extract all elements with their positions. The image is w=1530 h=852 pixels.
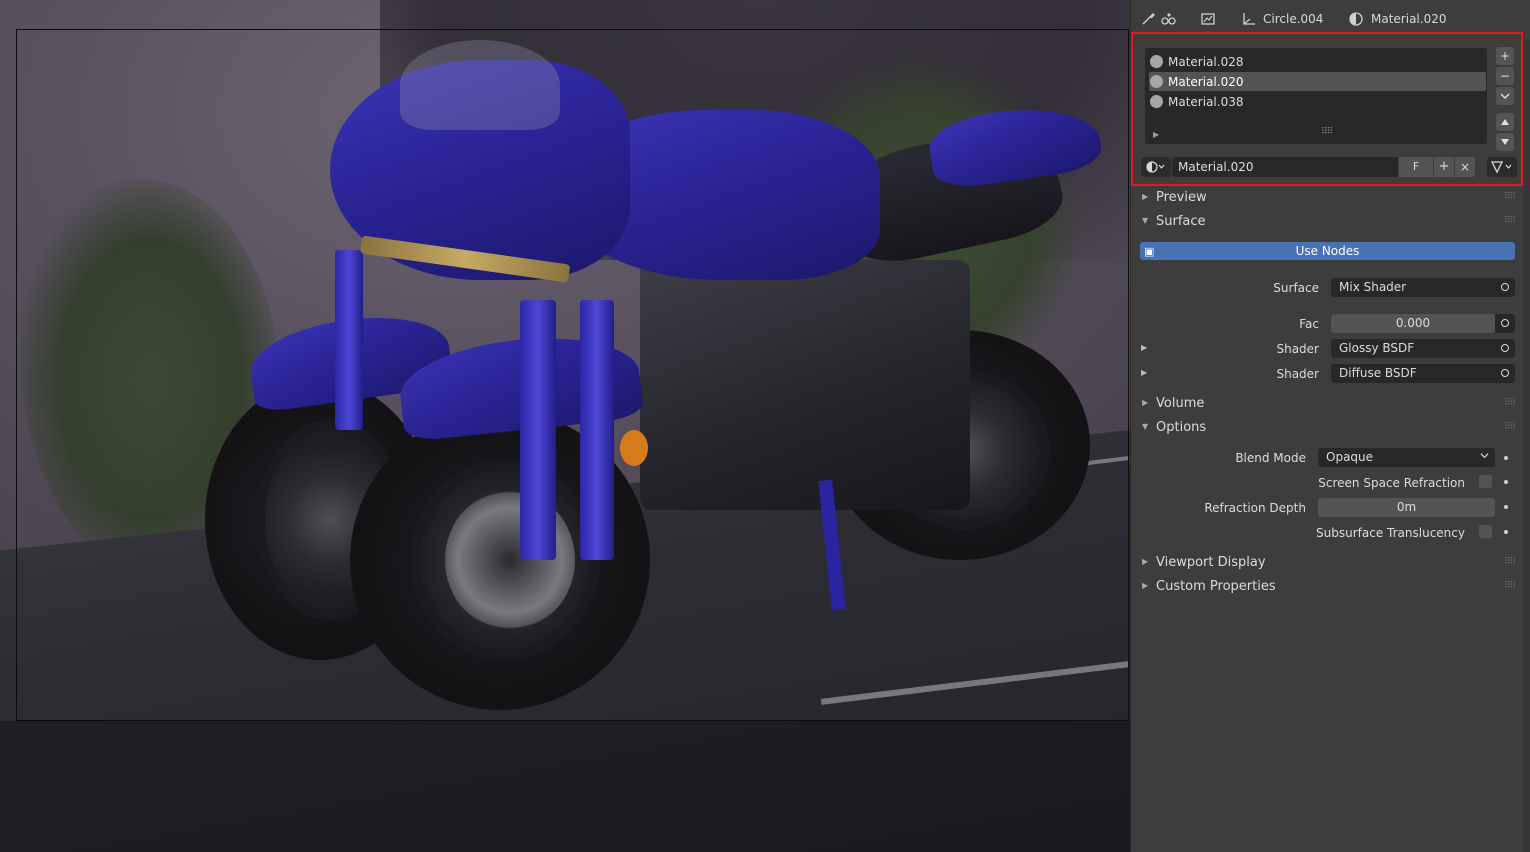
- list-item[interactable]: Material.038: [1145, 92, 1487, 111]
- object-data-icon[interactable]: [1241, 12, 1255, 26]
- section-volume[interactable]: ▶ Volume ⠿⠿: [1131, 393, 1523, 415]
- surface-shader-field[interactable]: Mix Shader: [1331, 278, 1515, 297]
- camera-frame: [16, 29, 1129, 721]
- section-preview[interactable]: ▶ Preview ⠿⠿: [1131, 187, 1523, 209]
- socket-icon: [1501, 344, 1509, 352]
- section-label: Surface: [1156, 214, 1206, 229]
- blend-mode-select[interactable]: Opaque: [1318, 448, 1495, 467]
- shader2-label: Shader: [1276, 367, 1319, 381]
- material-breadcrumb[interactable]: Material.020: [1371, 12, 1446, 26]
- fake-user-button[interactable]: F: [1399, 157, 1433, 177]
- use-nodes-label: Use Nodes: [1295, 244, 1360, 258]
- expanded-arrow-icon: ▼: [1142, 216, 1149, 225]
- section-custom-properties[interactable]: ▶ Custom Properties ⠿⠿: [1131, 576, 1523, 598]
- drag-grip-icon[interactable]: ⠿⠿: [1504, 557, 1516, 567]
- expand-shader2-icon[interactable]: ▶: [1141, 368, 1147, 377]
- material-slot-list[interactable]: Material.028 Material.020 Material.038 ▶…: [1145, 48, 1487, 144]
- keyframe-dot-icon[interactable]: [1504, 530, 1508, 534]
- refraction-depth-field[interactable]: 0m: [1318, 498, 1495, 517]
- refraction-depth-value: 0m: [1396, 500, 1417, 514]
- unlink-material-button[interactable]: ×: [1455, 157, 1475, 177]
- move-slot-down-button[interactable]: [1496, 133, 1514, 151]
- node-tree-button[interactable]: [1487, 157, 1517, 177]
- material-sphere-icon: [1150, 75, 1163, 88]
- fac-slider[interactable]: 0.000: [1331, 314, 1495, 333]
- tool-icon[interactable]: [1141, 12, 1156, 26]
- material-name-field[interactable]: Material.020: [1172, 157, 1398, 177]
- remove-slot-button[interactable]: −: [1496, 67, 1514, 85]
- node-icon: ▣: [1144, 245, 1155, 258]
- fac-value: 0.000: [1395, 316, 1431, 330]
- list-item-label: Material.028: [1168, 55, 1244, 69]
- 3d-viewport[interactable]: [0, 0, 1130, 852]
- camera-passepartout: [0, 721, 1130, 852]
- ssr-checkbox[interactable]: [1479, 475, 1492, 488]
- object-name[interactable]: Circle.004: [1263, 12, 1323, 26]
- drag-grip-icon[interactable]: ⠿⠿: [1504, 216, 1516, 226]
- section-label: Volume: [1156, 396, 1205, 411]
- keyframe-dot-icon[interactable]: [1504, 480, 1508, 484]
- refraction-depth-label: Refraction Depth: [1204, 501, 1306, 515]
- fac-label: Fac: [1299, 317, 1319, 331]
- blend-mode-value: Opaque: [1326, 450, 1374, 464]
- section-label: Viewport Display: [1156, 555, 1266, 570]
- slot-specials-button[interactable]: [1496, 87, 1514, 105]
- fac-socket-button[interactable]: [1495, 314, 1515, 333]
- shader1-label: Shader: [1276, 342, 1319, 356]
- section-label: Preview: [1156, 190, 1207, 205]
- keyframe-dot-icon[interactable]: [1504, 456, 1508, 460]
- shader1-field[interactable]: Glossy BSDF: [1331, 339, 1515, 358]
- material-sphere-icon: [1150, 95, 1163, 108]
- collapsed-arrow-icon: ▶: [1142, 581, 1149, 590]
- material-browse-button[interactable]: [1141, 157, 1171, 177]
- surface-label: Surface: [1273, 281, 1319, 295]
- add-slot-button[interactable]: +: [1496, 47, 1514, 65]
- list-item-selected[interactable]: Material.020: [1149, 72, 1486, 91]
- render-icon[interactable]: [1201, 12, 1215, 26]
- shader2-field[interactable]: Diffuse BSDF: [1331, 364, 1515, 383]
- properties-panel: Circle.004 Material.020 Material.028 Mat…: [1130, 0, 1530, 852]
- particles-icon[interactable]: [1161, 12, 1176, 26]
- subsurface-checkbox[interactable]: [1479, 525, 1492, 538]
- shader1-value: Glossy BSDF: [1339, 341, 1415, 355]
- new-material-button[interactable]: +: [1434, 157, 1454, 177]
- section-label: Custom Properties: [1156, 579, 1276, 594]
- socket-icon: [1501, 369, 1509, 377]
- subsurface-label: Subsurface Translucency: [1316, 526, 1465, 540]
- section-surface[interactable]: ▼ Surface ⠿⠿: [1131, 211, 1523, 233]
- drag-grip-icon[interactable]: ⠿⠿: [1504, 581, 1516, 591]
- list-item-label: Material.020: [1168, 75, 1244, 89]
- expanded-arrow-icon: ▼: [1142, 422, 1149, 431]
- section-viewport-display[interactable]: ▶ Viewport Display ⠿⠿: [1131, 552, 1523, 574]
- expand-shader1-icon[interactable]: ▶: [1141, 343, 1147, 352]
- material-icon[interactable]: [1349, 12, 1363, 26]
- section-options[interactable]: ▼ Options ⠿⠿: [1131, 417, 1523, 439]
- collapsed-arrow-icon: ▶: [1142, 557, 1149, 566]
- collapsed-arrow-icon: ▶: [1142, 398, 1149, 407]
- list-resize-grip-icon[interactable]: ⠿⠿: [1321, 127, 1333, 137]
- list-filter-expand-icon[interactable]: ▶: [1153, 130, 1159, 139]
- ssr-label: Screen Space Refraction: [1318, 476, 1465, 490]
- section-label: Options: [1156, 420, 1207, 435]
- keyframe-dot-icon[interactable]: [1504, 505, 1508, 509]
- socket-icon: [1501, 319, 1509, 327]
- use-nodes-button[interactable]: ▣ Use Nodes: [1140, 242, 1515, 260]
- drag-grip-icon[interactable]: ⠿⠿: [1504, 422, 1516, 432]
- material-sphere-icon: [1150, 55, 1163, 68]
- shader2-value: Diffuse BSDF: [1339, 366, 1417, 380]
- blend-mode-label: Blend Mode: [1235, 451, 1306, 465]
- move-slot-up-button[interactable]: [1496, 113, 1514, 131]
- drag-grip-icon[interactable]: ⠿⠿: [1504, 398, 1516, 408]
- panel-scrollbar-track[interactable]: [1523, 0, 1530, 852]
- chevron-down-icon: [1480, 448, 1489, 467]
- collapsed-arrow-icon: ▶: [1142, 192, 1149, 201]
- list-item-label: Material.038: [1168, 95, 1244, 109]
- drag-grip-icon[interactable]: ⠿⠿: [1504, 192, 1516, 202]
- surface-shader-value: Mix Shader: [1339, 280, 1407, 294]
- list-item[interactable]: Material.028: [1145, 52, 1487, 71]
- socket-icon: [1501, 283, 1509, 291]
